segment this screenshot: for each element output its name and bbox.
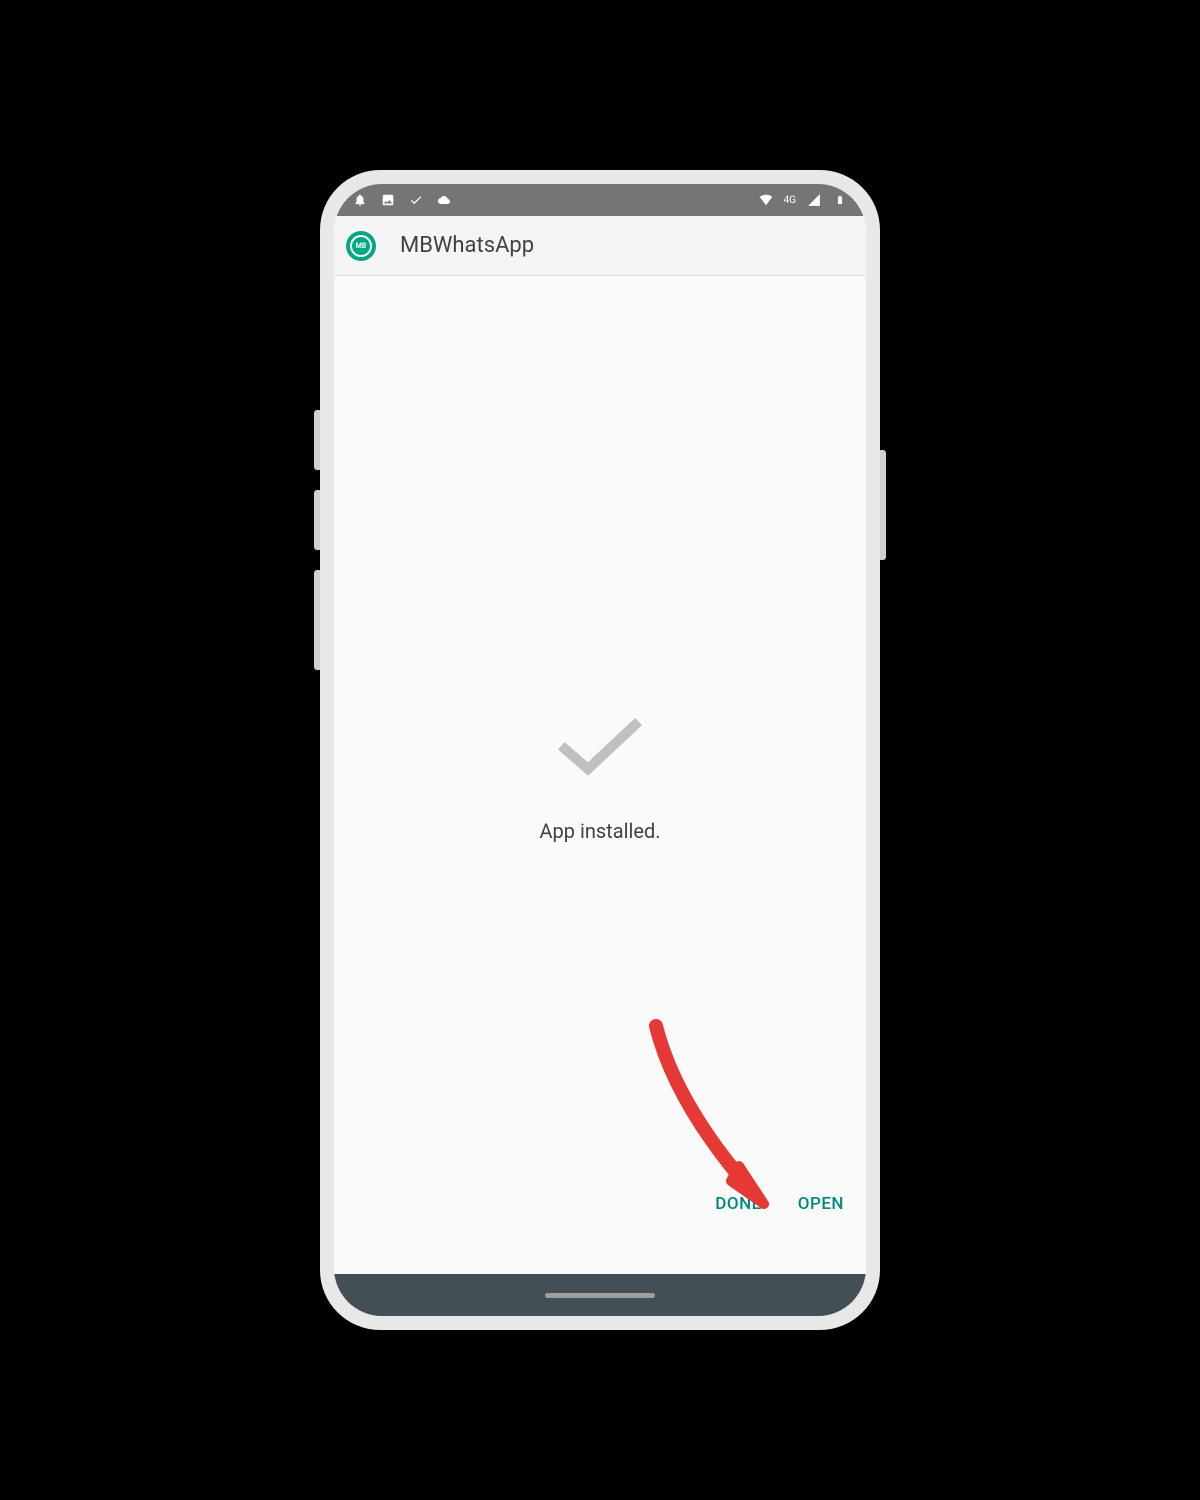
installer-content: App installed. DONE OPEN [334, 276, 866, 1274]
phone-side-buttons-left [314, 410, 320, 690]
status-bar-right: 4G [758, 192, 848, 208]
app-icon-label: MB [350, 235, 372, 257]
status-bar-left [352, 192, 452, 208]
network-4g-icon: 4G [784, 192, 796, 208]
installed-status-text: App installed. [539, 819, 660, 843]
status-bar: 4G [334, 184, 866, 216]
phone-button [314, 570, 320, 670]
phone-screen: 4G MB MBWhatsApp App install [334, 184, 866, 1316]
cloud-icon [436, 192, 452, 208]
installer-header: MB MBWhatsApp [334, 216, 866, 276]
app-title: MBWhatsApp [400, 233, 534, 258]
phone-button [314, 410, 320, 470]
signal-icon [806, 192, 822, 208]
app-icon: MB [346, 231, 376, 261]
check-icon [408, 192, 424, 208]
done-button[interactable]: DONE [701, 1184, 775, 1224]
battery-icon [832, 192, 848, 208]
open-button[interactable]: OPEN [784, 1184, 858, 1224]
navigation-bar [334, 1274, 866, 1316]
phone-power-button [880, 450, 886, 560]
success-checkmark-icon [550, 707, 650, 791]
phone-mockup-frame: 4G MB MBWhatsApp App install [320, 170, 880, 1330]
action-buttons-row: DONE OPEN [701, 1184, 858, 1224]
wifi-icon [758, 192, 774, 208]
image-icon [380, 192, 396, 208]
home-indicator[interactable] [545, 1293, 655, 1298]
phone-button [314, 490, 320, 550]
notification-bell-icon [352, 192, 368, 208]
